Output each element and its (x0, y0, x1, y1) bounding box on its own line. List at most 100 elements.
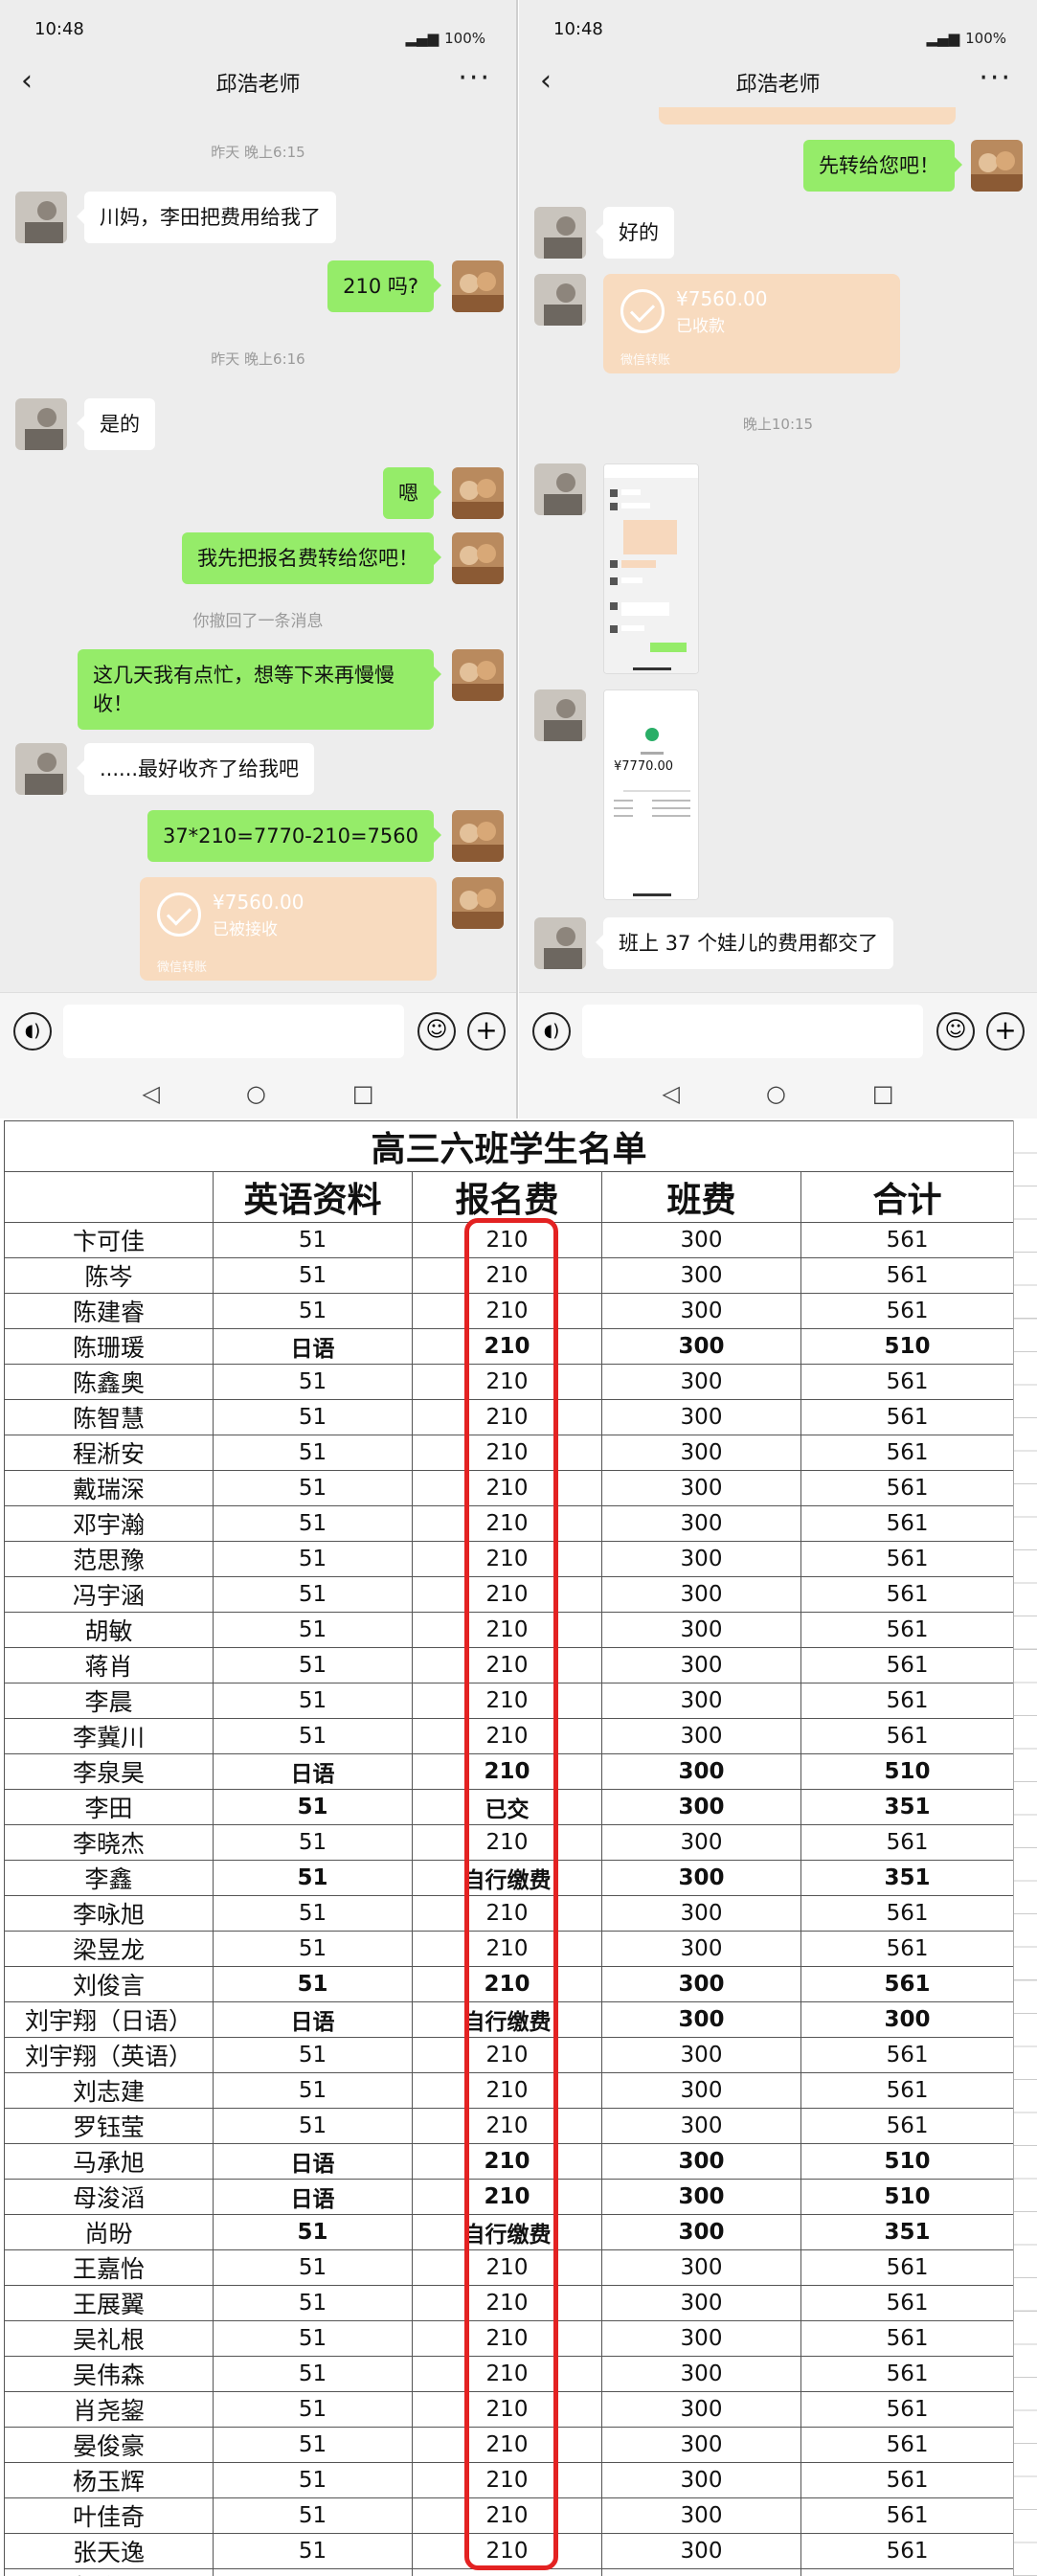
emoji-icon[interactable]: ☺ (936, 1012, 975, 1051)
english-material-cell: 51 (213, 1718, 413, 1754)
registration-fee-cell: 210 (412, 1718, 602, 1754)
english-material-cell: 51 (213, 1683, 413, 1719)
english-material-cell: 51 (213, 1293, 413, 1329)
message-bubble[interactable]: 嗯 (383, 467, 441, 519)
nav-back-icon[interactable]: ◁ (662, 1080, 679, 1107)
table-row: 刘志建 51 210 300 561 (4, 2072, 1015, 2109)
table-row: 陈珊瑗 日语 210 300 510 (4, 1328, 1015, 1365)
image-message-chat-screenshot[interactable] (603, 463, 699, 674)
registration-fee-cell: 自行缴费 (412, 2214, 602, 2250)
my-avatar[interactable] (452, 532, 504, 584)
registration-fee-cell: 210 (412, 2072, 602, 2109)
my-avatar[interactable] (452, 810, 504, 862)
registration-fee-cell: 210 (412, 2143, 602, 2180)
teacher-avatar[interactable] (534, 689, 586, 741)
message-bubble[interactable]: ......最好收齐了给我吧 (76, 743, 315, 795)
nav-back-icon[interactable]: ◁ (142, 1080, 159, 1107)
table-row: 梁昱龙 51 210 300 561 (4, 1931, 1015, 1967)
message-bubble[interactable]: 好的 (596, 207, 674, 259)
message-bubble[interactable]: 37*210=7770-210=7560 (147, 810, 442, 862)
class-fee-cell: 300 (601, 2568, 801, 2576)
class-fee-cell: 300 (601, 1612, 801, 1648)
back-icon[interactable]: ‹ (540, 67, 567, 98)
voice-icon[interactable]: ◖) (13, 1012, 52, 1051)
transfer-card-partial[interactable] (659, 107, 956, 124)
total-cell: 561 (800, 2037, 1015, 2073)
header-row: 英语资料 报名费 班费 合计 (4, 1171, 1015, 1223)
back-icon[interactable]: ‹ (21, 67, 48, 98)
teacher-avatar[interactable] (15, 192, 67, 243)
total-cell: 561 (800, 1257, 1015, 1294)
registration-fee-cell: 210 (412, 1541, 602, 1577)
total-cell: 561 (800, 1824, 1015, 1861)
nav-recents-icon[interactable]: □ (872, 1080, 894, 1107)
message-bubble[interactable]: 先转给您吧！ (803, 140, 962, 192)
more-icon[interactable]: ··· (979, 61, 1012, 95)
student-name-cell: 李晓杰 (4, 1824, 214, 1861)
teacher-avatar[interactable] (15, 398, 67, 450)
nav-home-icon[interactable]: ○ (766, 1080, 786, 1107)
image-message-receipt-screenshot[interactable]: ¥7770.00 (603, 689, 699, 900)
message-bubble[interactable]: 班上 37 个娃儿的费用都交了 (595, 917, 894, 969)
class-fee-cell: 300 (601, 1824, 801, 1861)
registration-fee-cell: 210 (412, 1364, 602, 1400)
more-icon[interactable]: ··· (458, 61, 491, 95)
table-row: 李晓杰 51 210 300 561 (4, 1824, 1015, 1861)
my-avatar[interactable] (971, 140, 1023, 192)
registration-fee-cell: 210 (412, 1966, 602, 2002)
class-fee-cell: 300 (601, 2427, 801, 2463)
table-row: 赵宇涵51210300561 (4, 2568, 1015, 2576)
message-bubble[interactable]: 川妈，李田把费用给我了 (77, 192, 336, 243)
emoji-icon[interactable]: ☺ (417, 1012, 456, 1051)
table-row: 吴礼根 51 210 300 561 (4, 2320, 1015, 2357)
message-bubble[interactable]: 是的 (77, 398, 155, 450)
table-row: 晏俊豪 51 210 300 561 (4, 2427, 1015, 2463)
total-cell: 561 (800, 1683, 1015, 1719)
teacher-avatar[interactable] (534, 274, 586, 326)
recall-notice: 你撤回了一条消息 (192, 612, 324, 631)
message-bubble[interactable]: 这几天我有点忙，想等下来再慢慢收！ (78, 649, 441, 730)
table-row: 叶佳奇 51 210 300 561 (4, 2497, 1015, 2534)
voice-icon[interactable]: ◖) (532, 1012, 571, 1051)
battery-text: 100% (444, 30, 485, 47)
total-cell: 561 (800, 1399, 1015, 1435)
my-avatar[interactable] (452, 877, 504, 929)
my-avatar[interactable] (452, 649, 504, 701)
my-avatar[interactable] (452, 467, 504, 519)
total-cell: 561 (800, 2072, 1015, 2109)
table-row: 陈智慧 51 210 300 561 (4, 1399, 1015, 1435)
my-avatar[interactable] (452, 260, 504, 312)
transfer-card[interactable]: ¥7560.00 已收款 微信转账 (603, 274, 900, 373)
plus-icon[interactable]: + (467, 1012, 506, 1051)
nav-home-icon[interactable]: ○ (246, 1080, 266, 1107)
registration-fee-cell: 210 (412, 1293, 602, 1329)
teacher-avatar[interactable] (534, 463, 586, 515)
student-name-cell: 罗钰莹 (4, 2108, 214, 2144)
message-input[interactable] (582, 1005, 923, 1058)
teacher-avatar[interactable] (534, 207, 586, 259)
class-fee-cell: 300 (601, 2037, 801, 2073)
class-fee-cell: 300 (601, 2108, 801, 2144)
table-row: 范思豫 51 210 300 561 (4, 1541, 1015, 1577)
registration-fee-cell: 210 (412, 2249, 602, 2286)
message-bubble[interactable]: 我先把报名费转给您吧！ (182, 532, 441, 584)
plus-icon[interactable]: + (986, 1012, 1025, 1051)
registration-fee-cell: 210 (412, 2568, 602, 2576)
transfer-card[interactable]: ¥7560.00 已被接收 微信转账 (140, 877, 437, 981)
total-cell: 561 (800, 1435, 1015, 1471)
teacher-avatar[interactable] (15, 743, 67, 795)
message-bubble[interactable]: 210 吗? (327, 260, 441, 312)
nav-recents-icon[interactable]: □ (352, 1080, 374, 1107)
message-input[interactable] (63, 1005, 404, 1058)
column-header: 英语资料 (213, 1171, 413, 1223)
registration-fee-cell: 210 (412, 2497, 602, 2534)
student-name-cell: 陈建睿 (4, 1293, 214, 1329)
english-material-cell: 51 (213, 2497, 413, 2534)
table-row: 刘宇翔（日语） 日语 自行缴费 300 300 (4, 2001, 1015, 2038)
class-fee-cell: 300 (601, 2285, 801, 2321)
table-row: 李咏旭 51 210 300 561 (4, 1895, 1015, 1932)
student-name-cell: 梁昱龙 (4, 1931, 214, 1967)
teacher-avatar[interactable] (534, 917, 586, 969)
student-name-cell: 吴礼根 (4, 2320, 214, 2357)
class-fee-cell: 300 (601, 2143, 801, 2180)
